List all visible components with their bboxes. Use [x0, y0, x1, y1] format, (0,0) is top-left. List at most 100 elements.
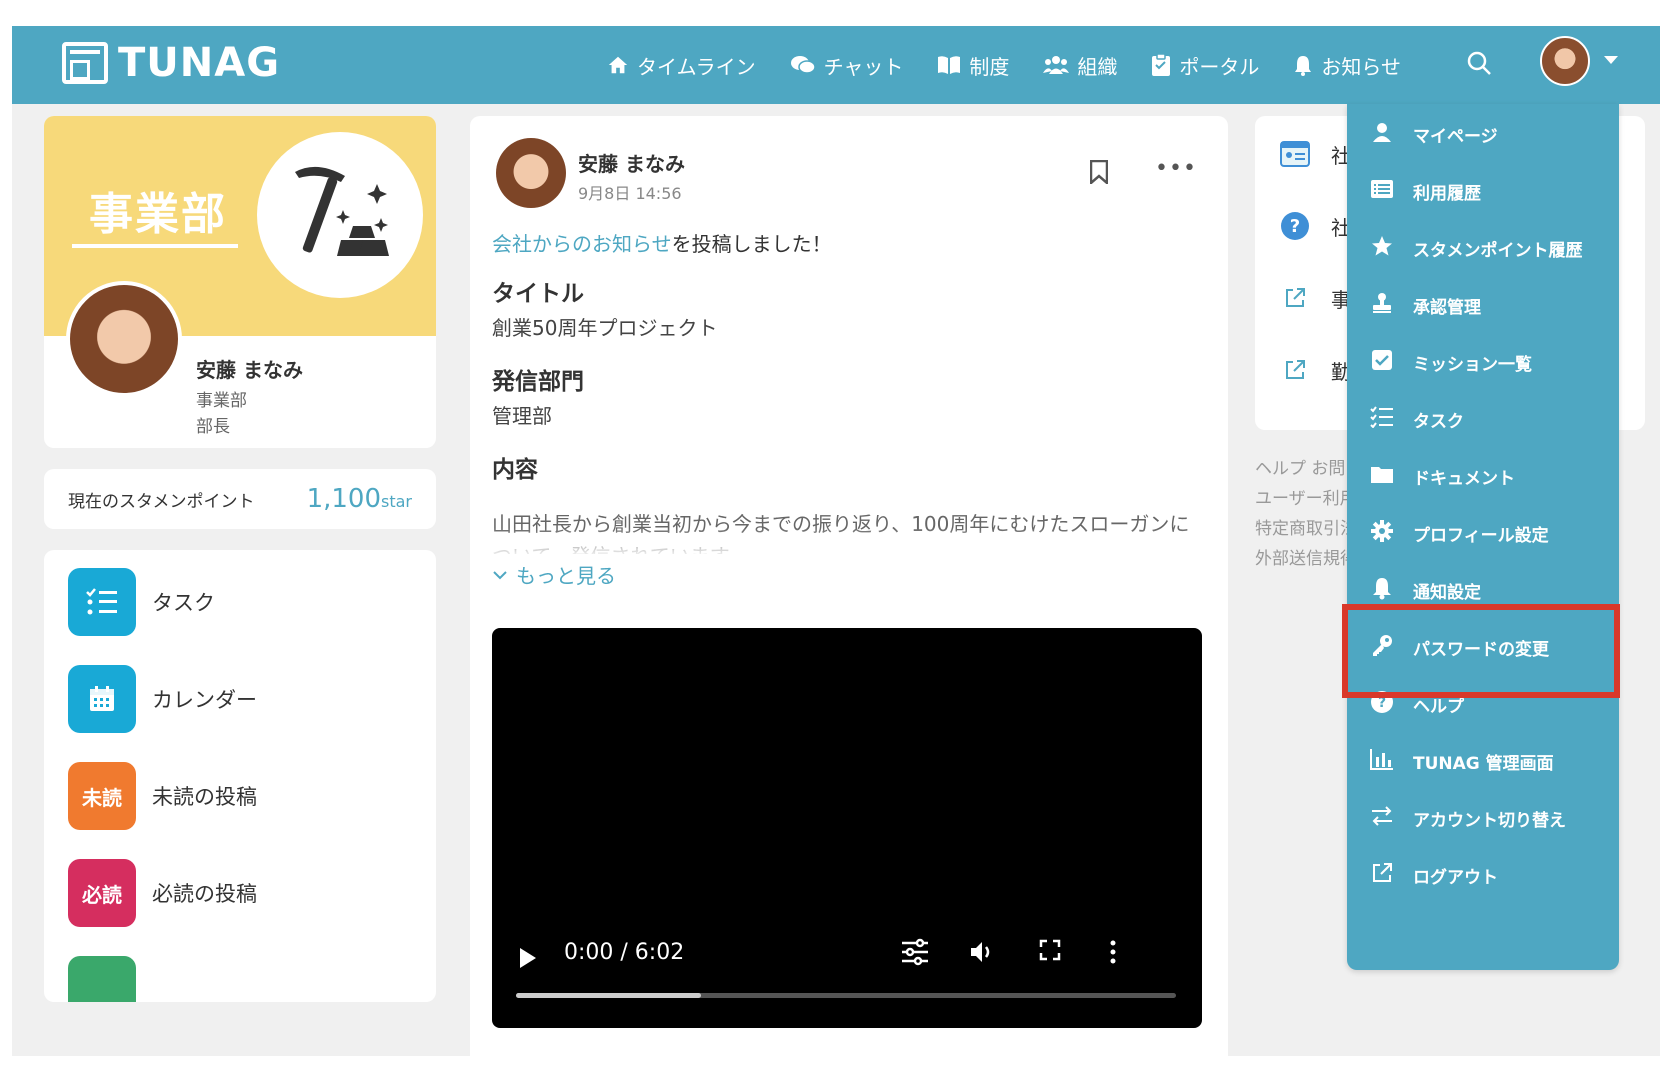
menu-label: 承認管理: [1413, 297, 1481, 318]
brand-name: TUNAG: [118, 40, 281, 86]
swap-icon: [1369, 805, 1395, 832]
content-fade: [492, 528, 1192, 558]
shortcut-unread-posts[interactable]: 未読 未読の投稿: [68, 762, 257, 830]
bar-chart-icon: [1369, 748, 1395, 775]
gear-icon: [1369, 519, 1395, 548]
required-badge-icon: 必読: [68, 859, 136, 927]
pickaxe-gold-icon: [295, 166, 389, 256]
quick-link-4[interactable]: 勤: [1279, 354, 1351, 386]
chevron-down-icon: [493, 570, 507, 579]
app-window: TUNAG タイムライン チャット 制度 組織 ポータル お知らせ 事業部 安藤…: [12, 26, 1660, 1056]
menu-label: 利用履歴: [1413, 183, 1481, 204]
star-icon: [1369, 234, 1395, 263]
svg-text:?: ?: [1290, 216, 1300, 237]
folder-icon: [1369, 464, 1395, 489]
quick-link-3[interactable]: 事: [1279, 282, 1351, 314]
video-time: 0:00 / 6:02: [564, 940, 685, 965]
shortcut-required-posts[interactable]: 必読 必読の投稿: [68, 859, 257, 927]
banner-department-name: 事業部: [89, 189, 227, 240]
field-title-value: 創業50周年プロジェクト: [492, 316, 718, 340]
nav-timeline[interactable]: タイムライン: [607, 51, 756, 80]
chevron-down-icon[interactable]: [1604, 56, 1618, 64]
shortcut-calendar[interactable]: カレンダー: [68, 665, 257, 733]
profile-name[interactable]: 安藤 まなみ: [196, 354, 303, 383]
post-timestamp: 9月8日 14:56: [578, 184, 682, 203]
stamp-icon: [1369, 291, 1395, 320]
menu-task[interactable]: タスク: [1347, 391, 1619, 447]
timeline-post: 安藤 まなみ 9月8日 14:56 ••• 会社からのお知らせを投稿しました！ …: [470, 116, 1228, 1056]
bookmark-icon[interactable]: [1089, 159, 1108, 184]
post-author-avatar[interactable]: [496, 138, 566, 208]
quick-link-2[interactable]: ? 社: [1279, 210, 1351, 242]
bell-icon: [1369, 576, 1395, 605]
menu-profile-settings[interactable]: プロフィール設定: [1347, 505, 1619, 561]
shortcut-next[interactable]: [68, 956, 136, 1002]
logo-icon: [62, 42, 108, 84]
book-icon: [938, 56, 961, 74]
search-icon[interactable]: [1462, 46, 1498, 82]
person-icon: [1369, 121, 1395, 148]
bell-icon: [1295, 56, 1312, 76]
volume-icon[interactable]: [968, 938, 996, 966]
top-navbar: TUNAG タイムライン チャット 制度 組織 ポータル お知らせ: [12, 26, 1660, 104]
menu-logout[interactable]: ログアウト: [1347, 847, 1619, 903]
nav-notifications-label: お知らせ: [1321, 54, 1402, 79]
main-nav: タイムライン チャット 制度 組織 ポータル お知らせ: [607, 26, 1435, 104]
nav-chat-label: チャット: [823, 54, 904, 79]
menu-label: タスク: [1413, 411, 1464, 432]
shortcut-task[interactable]: タスク: [68, 568, 215, 636]
quick-link-1[interactable]: 社: [1279, 138, 1351, 170]
see-more-label: もっと見る: [516, 564, 616, 588]
video-progress-fill: [516, 993, 701, 998]
menu-mypage[interactable]: マイページ: [1347, 106, 1619, 162]
checklist-icon: [1369, 405, 1395, 433]
video-progress-track[interactable]: [516, 993, 1176, 998]
footer-link[interactable]: 特定商取引法: [1255, 514, 1357, 544]
menu-admin-console[interactable]: TUNAG 管理画面: [1347, 733, 1619, 789]
shortcut-list: タスク カレンダー 未読 未読の投稿 必読 必読の投稿: [44, 550, 436, 1002]
home-icon: [608, 56, 628, 74]
field-dept-value: 管理部: [492, 404, 552, 428]
footer-link[interactable]: 外部送信規得: [1255, 544, 1357, 574]
video-player[interactable]: 0:00 / 6:02: [492, 628, 1202, 1028]
user-dropdown-menu: マイページ 利用履歴 スタメンポイント履歴 承認管理 ミッション一覧 タスク ド…: [1347, 104, 1619, 970]
chat-icon: [790, 56, 816, 74]
play-icon[interactable]: [520, 948, 536, 968]
post-intro: 会社からのお知らせを投稿しました！: [492, 228, 832, 257]
points-card[interactable]: 現在のスタメンポイント 1,100star: [44, 469, 436, 529]
post-intro-text: を投稿しました！: [671, 232, 832, 256]
post-category-link[interactable]: 会社からのお知らせ: [492, 232, 672, 256]
settings-sliders-icon[interactable]: [900, 938, 930, 966]
see-more-link[interactable]: もっと見る: [492, 560, 616, 589]
video-menu-icon[interactable]: [1108, 938, 1118, 966]
nav-notifications[interactable]: お知らせ: [1293, 51, 1401, 80]
profile-avatar[interactable]: [66, 281, 182, 397]
profile-role: 部長: [196, 417, 230, 437]
menu-point-history[interactable]: スタメンポイント履歴: [1347, 220, 1619, 276]
nav-organization[interactable]: 組織: [1043, 51, 1117, 80]
points-unit: star: [381, 492, 412, 511]
footer-link[interactable]: ユーザー利用: [1255, 484, 1357, 514]
footer-link[interactable]: ヘルプ お問: [1255, 454, 1357, 484]
menu-approval[interactable]: 承認管理: [1347, 277, 1619, 333]
highlight-box: [1342, 604, 1620, 698]
nav-portal[interactable]: ポータル: [1151, 51, 1259, 80]
menu-missions[interactable]: ミッション一覧: [1347, 334, 1619, 390]
user-avatar-button[interactable]: [1540, 36, 1590, 86]
tunag-logo[interactable]: TUNAG: [62, 40, 280, 86]
profile-card: 事業部 安藤 まなみ 事業部 部長: [44, 116, 436, 448]
nav-chat[interactable]: チャット: [790, 51, 904, 80]
fullscreen-icon[interactable]: [1038, 938, 1062, 962]
checkbox-icon: [1369, 349, 1395, 376]
nav-system[interactable]: 制度: [937, 51, 1009, 80]
task-list-icon: [68, 568, 136, 636]
more-options-icon[interactable]: •••: [1155, 156, 1197, 181]
menu-usage-history[interactable]: 利用履歴: [1347, 163, 1619, 219]
id-card-icon: [1279, 138, 1311, 170]
calendar-icon: [68, 665, 136, 733]
post-author-name[interactable]: 安藤 まなみ: [578, 148, 685, 177]
shortcut-calendar-label: カレンダー: [152, 688, 257, 712]
menu-documents[interactable]: ドキュメント: [1347, 448, 1619, 504]
menu-label: マイページ: [1413, 126, 1498, 147]
menu-switch-account[interactable]: アカウント切り替え: [1347, 790, 1619, 846]
